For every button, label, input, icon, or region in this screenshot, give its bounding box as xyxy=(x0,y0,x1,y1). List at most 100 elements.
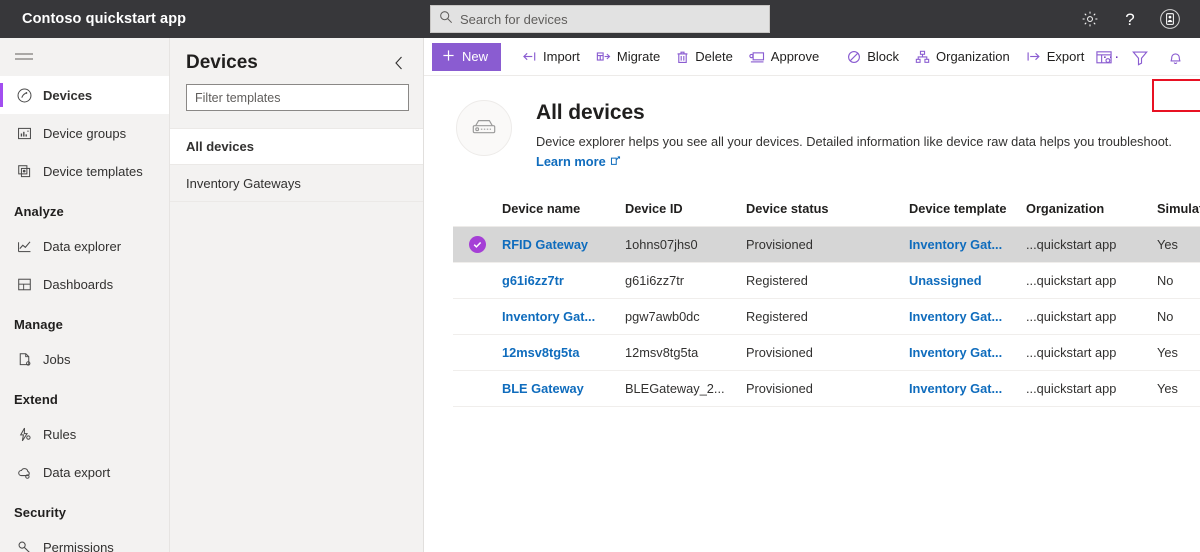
account-avatar-icon[interactable] xyxy=(1158,7,1182,31)
migrate-button[interactable]: Migrate xyxy=(588,43,668,71)
table-row[interactable]: BLE Gateway BLEGateway_2... Provisioned … xyxy=(453,371,1200,407)
organization-hierarchy-icon xyxy=(915,50,930,64)
cell-organization: ...quickstart app xyxy=(1026,335,1157,371)
table-row[interactable]: RFID Gateway 1ohns07jhs0 Provisioned Inv… xyxy=(453,227,1200,263)
cell-device-id: 1ohns07jhs0 xyxy=(625,227,746,263)
import-label: Import xyxy=(543,49,580,64)
delete-button[interactable]: Delete xyxy=(668,43,741,71)
page-title: All devices xyxy=(536,101,1172,125)
cell-device-name[interactable]: g61i6zz7tr xyxy=(502,263,625,299)
sidebar-item-data-explorer[interactable]: Data explorer xyxy=(0,227,169,265)
block-button[interactable]: Block xyxy=(839,43,907,71)
col-header-device-name[interactable]: Device name xyxy=(502,193,625,227)
sidebar-group-extend: Extend xyxy=(0,378,169,415)
cell-organization: ...quickstart app xyxy=(1026,371,1157,407)
search-input[interactable] xyxy=(460,12,740,27)
organization-button[interactable]: Organization xyxy=(907,43,1018,71)
plus-icon xyxy=(442,49,455,65)
sidebar-item-dashboards[interactable]: Dashboards xyxy=(0,265,169,303)
device-server-icon xyxy=(456,100,512,156)
col-header-organization[interactable]: Organization xyxy=(1026,193,1157,227)
template-item-label: All devices xyxy=(186,139,254,154)
row-select-cell[interactable] xyxy=(453,263,502,299)
import-arrow-icon xyxy=(522,50,537,63)
cloud-export-icon xyxy=(14,464,34,481)
cell-device-status: Registered xyxy=(746,263,909,299)
column-options-icon[interactable] xyxy=(1095,49,1113,66)
cell-device-template[interactable]: Inventory Gat... xyxy=(909,299,1026,335)
cell-device-name[interactable]: RFID Gateway xyxy=(502,227,625,263)
organization-label: Organization xyxy=(936,49,1010,64)
row-select-cell[interactable] xyxy=(453,299,502,335)
select-all-header[interactable] xyxy=(453,193,502,227)
sidebar-group-analyze: Analyze xyxy=(0,190,169,227)
sidebar-item-device-groups[interactable]: Device groups xyxy=(0,114,169,152)
cell-device-name[interactable]: BLE Gateway xyxy=(502,371,625,407)
main-content: New Import Migrate xyxy=(424,38,1200,552)
approve-button[interactable]: Approve xyxy=(741,43,827,71)
gear-icon[interactable] xyxy=(1078,7,1102,31)
cell-simulated: No xyxy=(1157,299,1200,335)
chevron-left-icon[interactable] xyxy=(389,53,409,73)
help-question-icon[interactable]: ? xyxy=(1118,7,1142,31)
table-row[interactable]: Inventory Gat... pgw7awb0dc Registered I… xyxy=(453,299,1200,335)
hamburger-icon[interactable] xyxy=(0,38,169,76)
learn-more-link[interactable]: Learn more xyxy=(536,154,621,169)
devices-panel: Devices All devices Inventory Gateways xyxy=(170,38,424,552)
cell-device-template[interactable]: Inventory Gat... xyxy=(909,371,1026,407)
export-label: Export xyxy=(1047,49,1085,64)
new-button[interactable]: New xyxy=(432,43,501,71)
key-icon xyxy=(14,539,34,552)
migrate-label: Migrate xyxy=(617,49,660,64)
sidebar-item-permissions[interactable]: Permissions xyxy=(0,528,169,552)
table-row[interactable]: g61i6zz7tr g61i6zz7tr Registered Unassig… xyxy=(453,263,1200,299)
template-item-all-devices[interactable]: All devices xyxy=(170,128,423,165)
template-item-inventory-gateways[interactable]: Inventory Gateways xyxy=(170,165,423,202)
sidebar-item-jobs[interactable]: Jobs xyxy=(0,340,169,378)
search-icon xyxy=(439,10,453,29)
devices-table: Device name Device ID Device status Devi… xyxy=(453,193,1200,407)
cell-device-id: BLEGateway_2... xyxy=(625,371,746,407)
cell-device-template[interactable]: Inventory Gat... xyxy=(909,227,1026,263)
cell-organization: ...quickstart app xyxy=(1026,227,1157,263)
table-row[interactable]: 12msv8tg5ta 12msv8tg5ta Provisioned Inve… xyxy=(453,335,1200,371)
cell-device-name[interactable]: Inventory Gat... xyxy=(502,299,625,335)
row-select-cell[interactable] xyxy=(453,335,502,371)
cell-simulated: No xyxy=(1157,263,1200,299)
filter-templates-input[interactable] xyxy=(195,91,400,105)
block-label: Block xyxy=(867,49,899,64)
global-search-box[interactable] xyxy=(430,5,770,33)
migrate-icon xyxy=(596,50,611,63)
sidebar-item-device-templates[interactable]: Device templates xyxy=(0,152,169,190)
cell-device-template[interactable]: Unassigned xyxy=(909,263,1026,299)
export-button[interactable]: Export xyxy=(1018,43,1093,71)
app-body: Devices Device groups Device templates A… xyxy=(0,38,1200,552)
col-header-device-id[interactable]: Device ID xyxy=(625,193,746,227)
checkmark-icon[interactable] xyxy=(469,236,486,253)
row-select-cell[interactable] xyxy=(453,371,502,407)
table-head: Device name Device ID Device status Devi… xyxy=(453,193,1200,227)
col-header-simulated[interactable]: Simulated xyxy=(1157,193,1200,227)
block-circle-icon xyxy=(847,50,861,64)
device-groups-icon xyxy=(14,125,34,142)
cell-device-template[interactable]: Inventory Gat... xyxy=(909,335,1026,371)
sidebar-item-label: Data export xyxy=(43,465,110,480)
sidebar-item-rules[interactable]: Rules xyxy=(0,415,169,453)
filter-templates-box[interactable] xyxy=(186,84,409,111)
notifications-bell-icon[interactable] xyxy=(1167,49,1184,66)
devices-table-wrapper: Device name Device ID Device status Devi… xyxy=(453,193,1200,407)
col-header-device-template[interactable]: Device template xyxy=(909,193,1026,227)
sidebar-item-label: Dashboards xyxy=(43,277,113,292)
sidebar-item-data-export[interactable]: Data export xyxy=(0,453,169,491)
external-link-icon xyxy=(610,154,621,169)
import-button[interactable]: Import xyxy=(514,43,588,71)
row-select-cell[interactable] xyxy=(453,227,502,263)
delete-label: Delete xyxy=(695,49,733,64)
cell-device-name[interactable]: 12msv8tg5ta xyxy=(502,335,625,371)
col-header-device-status[interactable]: Device status xyxy=(746,193,909,227)
cell-device-status: Provisioned xyxy=(746,371,909,407)
rules-lightning-icon xyxy=(14,426,34,443)
sidebar-item-devices[interactable]: Devices xyxy=(0,76,169,114)
filter-funnel-icon[interactable] xyxy=(1131,49,1149,66)
cell-simulated: Yes xyxy=(1157,335,1200,371)
